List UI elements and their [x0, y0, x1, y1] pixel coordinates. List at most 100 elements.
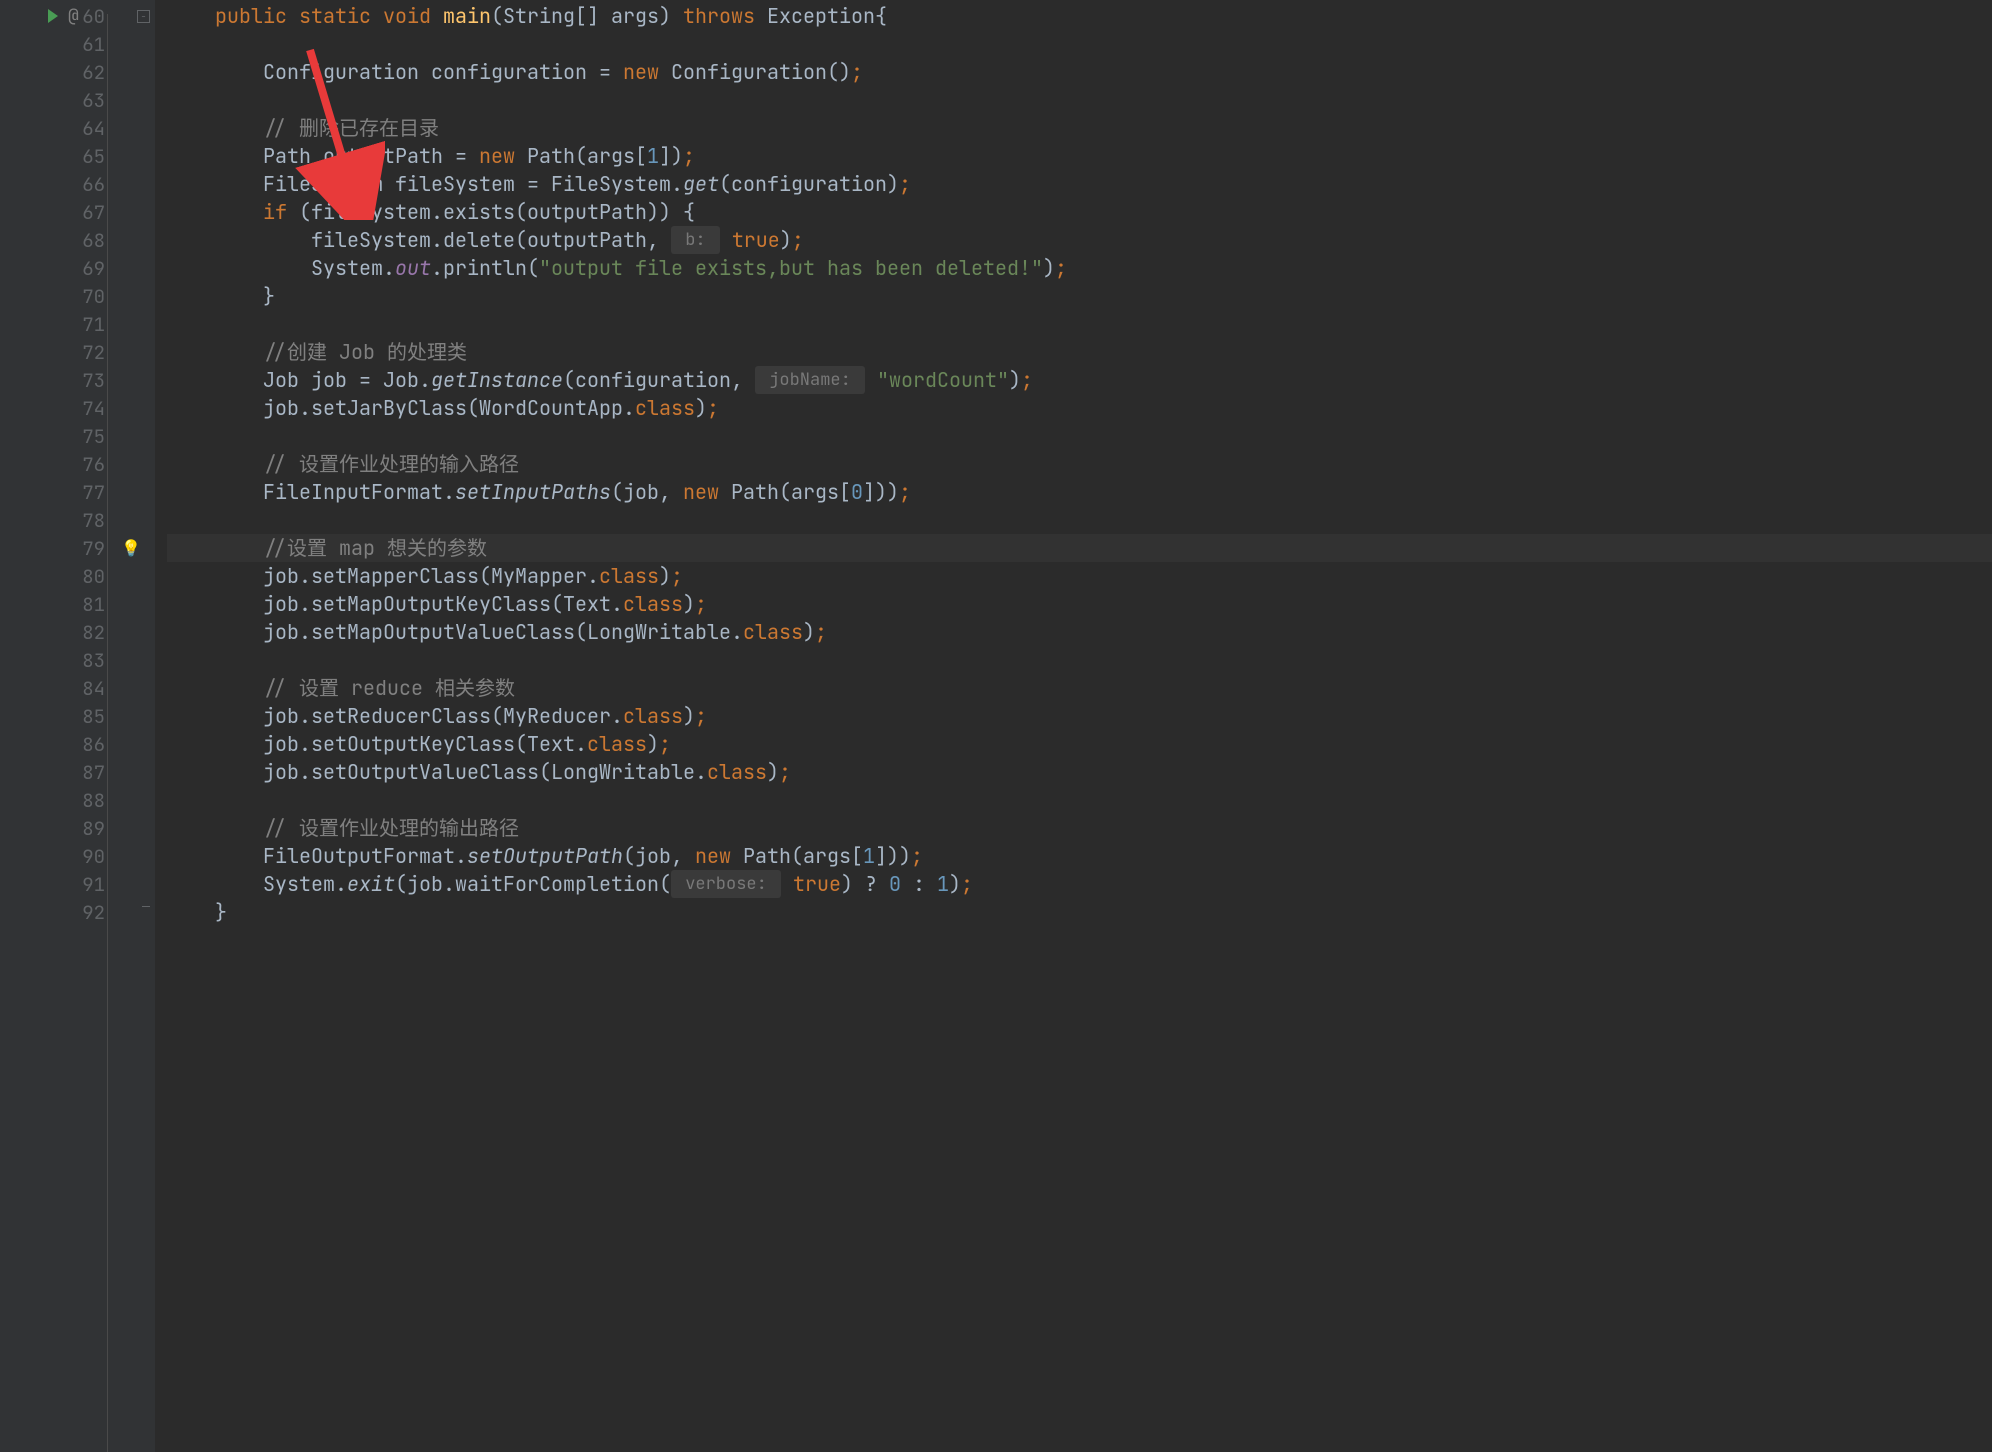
gutter-line-70[interactable]: 70 [0, 282, 155, 310]
gutter-line-76[interactable]: 76 [0, 450, 155, 478]
gutter-line-66[interactable]: 66 [0, 170, 155, 198]
gutter-line-88[interactable]: 88 [0, 786, 155, 814]
gutter-line-91[interactable]: 91 [0, 870, 155, 898]
code-line-74[interactable]: job.setJarByClass(WordCountApp.class); [167, 394, 1992, 422]
gutter-line-83[interactable]: 83 [0, 646, 155, 674]
gutter-line-67[interactable]: 67 [0, 198, 155, 226]
code-line-82[interactable]: job.setMapOutputValueClass(LongWritable.… [167, 618, 1992, 646]
override-icon[interactable]: @ [68, 5, 79, 28]
gutter-line-63[interactable]: 63 [0, 86, 155, 114]
code-line-61[interactable] [167, 30, 1992, 58]
token-plain: ) [803, 618, 815, 646]
code-line-71[interactable] [167, 310, 1992, 338]
code-line-86[interactable]: job.setOutputKeyClass(Text.class); [167, 730, 1992, 758]
token-semicolon: ; [671, 562, 683, 590]
code-line-83[interactable] [167, 646, 1992, 674]
code-line-60[interactable]: public static void main(String[] args) t… [167, 2, 1992, 30]
code-line-88[interactable] [167, 786, 1992, 814]
code-line-91[interactable]: System.exit(job.waitForCompletion( verbo… [167, 870, 1992, 898]
line-number: 70 [82, 284, 105, 309]
intention-bulb-icon[interactable]: 💡 [121, 538, 141, 559]
token-kw: throws [683, 2, 755, 30]
code-line-67[interactable]: if (fileSystem.exists(outputPath)) { [167, 198, 1992, 226]
code-line-90[interactable]: FileOutputFormat.setOutputPath(job, new … [167, 842, 1992, 870]
code-line-73[interactable]: Job job = Job.getInstance(configuration,… [167, 366, 1992, 394]
gutter-line-64[interactable]: 64 [0, 114, 155, 142]
gutter-line-82[interactable]: 82 [0, 618, 155, 646]
code-line-89[interactable]: // 设置作业处理的输出路径 [167, 814, 1992, 842]
gutter-line-80[interactable]: 80 [0, 562, 155, 590]
gutter-line-84[interactable]: 84 [0, 674, 155, 702]
gutter-line-79[interactable]: 79💡 [0, 534, 155, 562]
token-comment: // 删除已存在目录 [263, 114, 439, 142]
gutter-line-90[interactable]: 90 [0, 842, 155, 870]
token-plain: } [263, 282, 275, 310]
gutter-line-60[interactable]: 60@ − [0, 2, 155, 30]
code-line-81[interactable]: job.setMapOutputKeyClass(Text.class); [167, 590, 1992, 618]
code-line-84[interactable]: // 设置 reduce 相关参数 [167, 674, 1992, 702]
token-field-static: out [395, 254, 431, 282]
line-number: 73 [82, 368, 105, 393]
gutter-line-85[interactable]: 85 [0, 702, 155, 730]
code-line-66[interactable]: FileSystem fileSystem = FileSystem.get(c… [167, 170, 1992, 198]
gutter-line-77[interactable]: 77 [0, 478, 155, 506]
fold-end-icon[interactable] [142, 906, 150, 907]
code-line-75[interactable] [167, 422, 1992, 450]
code-line-77[interactable]: FileInputFormat.setInputPaths(job, new P… [167, 478, 1992, 506]
code-line-64[interactable]: // 删除已存在目录 [167, 114, 1992, 142]
gutter-line-86[interactable]: 86 [0, 730, 155, 758]
code-line-76[interactable]: // 设置作业处理的输入路径 [167, 450, 1992, 478]
gutter-line-87[interactable]: 87 [0, 758, 155, 786]
code-area[interactable]: public static void main(String[] args) t… [155, 0, 1992, 1452]
token-static-call: exit [347, 870, 395, 898]
line-number: 78 [82, 508, 105, 533]
gutter-line-89[interactable]: 89 [0, 814, 155, 842]
code-line-69[interactable]: System.out.println("output file exists,b… [167, 254, 1992, 282]
indent [167, 702, 263, 730]
token-plain: job.setJarByClass(WordCountApp. [263, 394, 635, 422]
indent [167, 814, 263, 842]
token-semicolon: ; [899, 478, 911, 506]
indent [167, 254, 311, 282]
code-line-63[interactable] [167, 86, 1992, 114]
gutter-line-75[interactable]: 75 [0, 422, 155, 450]
gutter-line-81[interactable]: 81 [0, 590, 155, 618]
run-icon[interactable] [48, 9, 58, 23]
code-line-70[interactable]: } [167, 282, 1992, 310]
token-plain: job.setMapperClass(MyMapper. [263, 562, 599, 590]
code-line-62[interactable]: Configuration configuration = new Config… [167, 58, 1992, 86]
code-line-87[interactable]: job.setOutputValueClass(LongWritable.cla… [167, 758, 1992, 786]
code-line-92[interactable]: } [167, 898, 1992, 926]
code-editor[interactable]: 60@ − 616263646566676869707172737475767778… [0, 0, 1992, 1452]
code-line-78[interactable] [167, 506, 1992, 534]
gutter-line-65[interactable]: 65 [0, 142, 155, 170]
gutter-line-62[interactable]: 62 [0, 58, 155, 86]
code-line-68[interactable]: fileSystem.delete(outputPath, b: true); [167, 226, 1992, 254]
line-number: 87 [82, 760, 105, 785]
token-plain: Path outputPath = [263, 142, 479, 170]
line-number: 60 [82, 4, 105, 29]
gutter-line-92[interactable]: 92 [0, 898, 155, 926]
code-line-72[interactable]: //创建 Job 的处理类 [167, 338, 1992, 366]
token-num: 1 [937, 870, 949, 898]
code-line-79[interactable]: //设置 map 想关的参数 [167, 534, 1992, 562]
gutter-line-68[interactable]: 68 [0, 226, 155, 254]
indent [167, 870, 263, 898]
gutter-line-73[interactable]: 73 [0, 366, 155, 394]
gutter-line-71[interactable]: 71 [0, 310, 155, 338]
gutter-line-72[interactable]: 72 [0, 338, 155, 366]
gutter-line-69[interactable]: 69 [0, 254, 155, 282]
token-plain: ) [767, 758, 779, 786]
fold-collapse-icon[interactable]: − [137, 10, 150, 23]
code-line-80[interactable]: job.setMapperClass(MyMapper.class); [167, 562, 1992, 590]
line-number: 64 [82, 116, 105, 141]
code-line-65[interactable]: Path outputPath = new Path(args[1]); [167, 142, 1992, 170]
token-semicolon: ; [899, 170, 911, 198]
gutter-line-78[interactable]: 78 [0, 506, 155, 534]
token-method-decl: main [443, 2, 491, 30]
gutter-line-74[interactable]: 74 [0, 394, 155, 422]
code-line-85[interactable]: job.setReducerClass(MyReducer.class); [167, 702, 1992, 730]
token-num: 0 [889, 870, 901, 898]
gutter-line-61[interactable]: 61 [0, 30, 155, 58]
token-plain: Path(args[ [731, 842, 863, 870]
